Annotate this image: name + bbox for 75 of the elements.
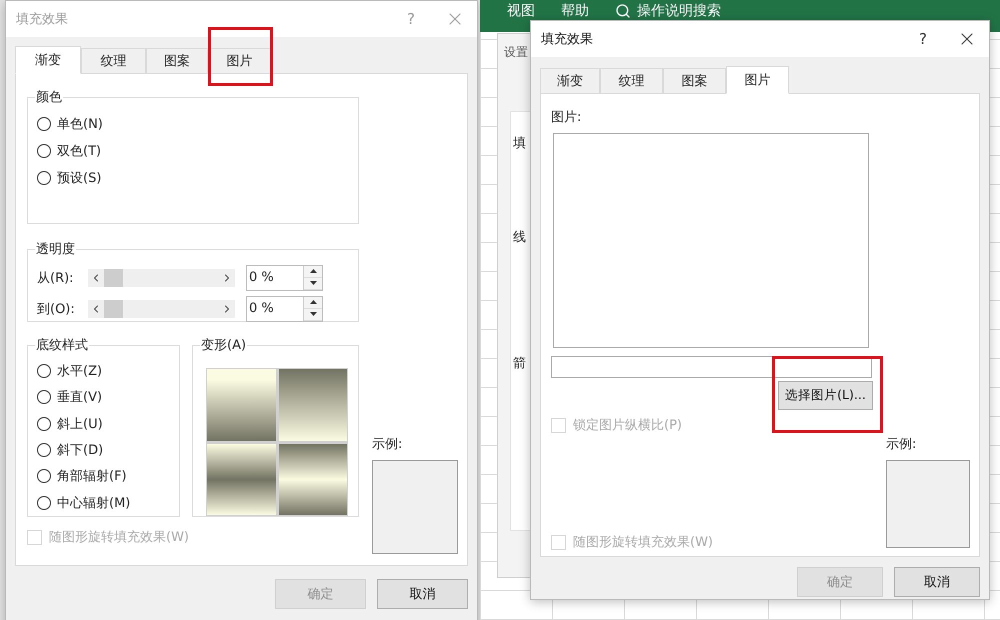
radio-label: 水平(Z)	[57, 363, 102, 380]
slider-label: 到(O):	[37, 300, 76, 318]
checkbox-label: 锁定图片纵横比(P)	[573, 417, 682, 434]
picture-label: 图片:	[551, 109, 582, 126]
radio-label: 中心辐射(M)	[57, 494, 130, 512]
radio-option[interactable]: 单色(N)	[37, 110, 350, 137]
spin-down-icon[interactable]	[304, 278, 322, 290]
radio-option[interactable]: 预设(S)	[37, 164, 350, 191]
section-label: 线	[513, 229, 527, 246]
gradient-variant-tile[interactable]	[207, 369, 276, 440]
gradient-variant-tile[interactable]	[278, 444, 347, 515]
tab[interactable]: 图案	[146, 48, 208, 74]
spin-up-icon[interactable]	[304, 296, 322, 308]
spin-down-icon[interactable]	[304, 308, 322, 320]
radio-button[interactable]	[37, 469, 51, 484]
radio-label: 垂直(V)	[57, 389, 102, 406]
group-title: 颜色	[35, 89, 63, 106]
sample-label: 示例:	[886, 436, 918, 453]
radio-option[interactable]: 双色(T)	[37, 137, 350, 164]
checkbox-label: 随图形旋转填充效果(W)	[49, 529, 189, 546]
radio-label: 单色(N)	[57, 116, 103, 132]
radio-button[interactable]	[37, 443, 51, 458]
tab[interactable]: 纹理	[81, 48, 146, 74]
ribbon-tab[interactable]: 帮助	[561, 3, 589, 19]
radio-option[interactable]: 斜上(U)	[37, 410, 171, 437]
slider[interactable]	[88, 268, 235, 286]
radio-option[interactable]: 垂直(V)	[37, 384, 171, 411]
radio-label: 双色(T)	[57, 142, 102, 160]
radio-button[interactable]	[37, 364, 51, 378]
ribbon-tab[interactable]: 视图	[507, 3, 535, 19]
search-text[interactable]: 操作说明搜索	[637, 3, 721, 19]
tab[interactable]: 纹理	[600, 68, 663, 94]
slider-label: 从(R):	[37, 270, 75, 286]
radio-button[interactable]	[37, 496, 51, 510]
number-field[interactable]: 0 %	[246, 264, 323, 290]
slider-thumb[interactable]	[104, 268, 123, 286]
radio-button[interactable]	[37, 116, 51, 130]
number-field[interactable]: 0 %	[246, 296, 323, 322]
tab[interactable]: 渐变	[540, 68, 600, 94]
tab[interactable]: 图案	[663, 68, 726, 94]
help-button[interactable]: ?	[911, 30, 935, 48]
dialog-button[interactable]: 取消	[894, 567, 980, 597]
tab[interactable]: 渐变	[15, 46, 81, 74]
checkbox-label: 随图形旋转填充效果(W)	[573, 534, 713, 551]
search-icon[interactable]	[615, 3, 631, 19]
path-field[interactable]	[551, 356, 872, 378]
select-picture-button[interactable]: 选择图片(L)...	[778, 381, 873, 410]
spin-up-icon[interactable]	[304, 266, 322, 278]
radio-option[interactable]: 角部辐射(F)	[37, 463, 171, 490]
gradient-variant-tile[interactable]	[207, 444, 276, 515]
window-title: 填充效果	[16, 11, 69, 28]
radio-label: 斜上(U)	[57, 416, 103, 433]
dialog-button[interactable]: 取消	[377, 579, 468, 609]
radio-option[interactable]: 水平(Z)	[37, 358, 171, 384]
radio-label: 斜下(D)	[57, 442, 104, 460]
slider[interactable]	[88, 300, 235, 318]
slider-thumb[interactable]	[104, 300, 123, 318]
radio-option[interactable]: 斜下(D)	[37, 436, 171, 464]
gradient-variant-tile[interactable]	[278, 369, 347, 440]
group-title: 透明度	[35, 241, 76, 258]
radio-label: 角部辐射(F)	[57, 468, 127, 486]
radio-button[interactable]	[37, 390, 51, 404]
radio-label: 预设(S)	[57, 170, 102, 186]
radio-button[interactable]	[37, 416, 51, 431]
sample-label: 示例:	[372, 436, 404, 453]
window-title: 设置	[504, 44, 529, 61]
group-title: 底纹样式	[35, 337, 89, 354]
group-title: 变形(A)	[200, 337, 248, 354]
radio-option[interactable]: 中心辐射(M)	[37, 490, 171, 516]
window-title: 填充效果	[541, 31, 594, 48]
section-label: 箭	[513, 355, 527, 372]
tab[interactable]: 图片	[726, 66, 789, 94]
section-label: 填	[513, 135, 527, 152]
radio-button[interactable]	[37, 170, 51, 184]
radio-button[interactable]	[37, 144, 51, 158]
